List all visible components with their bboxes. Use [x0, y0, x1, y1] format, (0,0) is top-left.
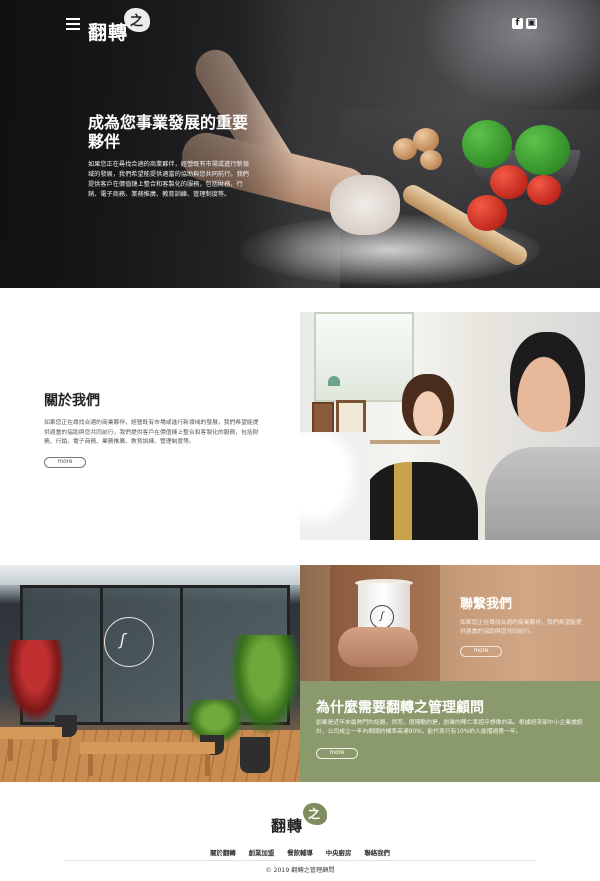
hero-tomato [527, 175, 561, 205]
photo-woman-body [358, 462, 478, 540]
hero-banner: 翻轉 之 f ▣ 成為您事業發展的重要夥伴 如果您正在尋找合適的商業夥伴，經營既… [0, 0, 600, 288]
contact-more-button[interactable]: more [460, 646, 502, 657]
footer-link-kitchen[interactable]: 中央廚房 [326, 848, 352, 857]
why-more-button[interactable]: more [316, 748, 358, 759]
about-title: 關於我們 [44, 393, 100, 409]
about-description: 如果您正在尋找合適的商業夥伴，經營既有市場或進行新領域的發展，我們希望能提供適當… [44, 420, 259, 445]
about-photo [300, 312, 600, 540]
copyright: © 2019 翻轉之管理顧問 [265, 867, 335, 874]
hero-tomato [467, 195, 507, 231]
footer-link-consulting[interactable]: 餐飲輔導 [287, 848, 313, 857]
photo-lamp [328, 376, 340, 386]
cafe-logo-sign-icon: ʃ [104, 617, 154, 667]
bench-leg [205, 754, 210, 776]
cafe-pot [240, 737, 270, 773]
cup-logo-icon: ʃ [370, 605, 394, 629]
hero-green-pepper [515, 125, 570, 175]
social-links: f ▣ [512, 18, 537, 29]
logo-text: 翻轉 [88, 22, 129, 44]
why-description: 創業是近年來最熱門的話題，然而，很殘酷的是，創業的陣亡率超乎想像的高。根據經濟部… [316, 720, 583, 735]
bench-leg [88, 754, 93, 776]
hero-text: 成為您事業發展的重要夥伴 如果您正在尋找合適的商業夥伴，經營既有市場或進行新領域… [88, 113, 253, 200]
why-title: 為什麼需要翻轉之管理顧問 [316, 700, 484, 716]
logo-badge-icon: 之 [124, 8, 150, 32]
photo-man-body [485, 447, 600, 540]
footer-nav: 關於翻轉 創業加盟 餐飲輔導 中央廚房 聯絡我們 [0, 848, 600, 857]
hamburger-menu-icon[interactable] [66, 18, 80, 30]
cafe-window-frame [100, 585, 103, 725]
hero-egg [413, 128, 439, 152]
line-icon[interactable]: ▣ [526, 18, 537, 29]
contact-hand [338, 627, 418, 667]
hero-green-pepper [462, 120, 512, 168]
footer-logo[interactable]: 翻轉 之 [271, 803, 331, 839]
bench-leg [8, 739, 13, 761]
cafe-storefront-photo: ʃ [0, 565, 300, 782]
photo-man-head [510, 332, 585, 432]
footer-link-contact[interactable]: 聯絡我們 [364, 848, 390, 857]
contact-title: 聯繫我們 [460, 597, 513, 612]
about-more-button[interactable]: more [44, 456, 86, 468]
hero-description: 如果您正在尋找合適的商業夥伴，經營既有市場或進行新領域的發展，我們希望能提供適當… [88, 161, 249, 198]
hero-tomato [490, 165, 528, 199]
footer-divider [64, 860, 536, 861]
footer-logo-badge-icon: 之 [303, 803, 327, 825]
facebook-icon[interactable]: f [512, 18, 523, 29]
photo-woman-head [402, 374, 454, 436]
photo-window [314, 312, 414, 402]
cafe-bench [80, 742, 215, 754]
cafe-window-frame [180, 585, 183, 725]
hero-dough-hand [330, 175, 400, 235]
contact-text: 聯繫我們 如果您正在尋找合適的商業夥伴，我們希望能提供適當的協助與您共同前行。 … [460, 593, 585, 657]
contact-description: 如果您正在尋找合適的商業夥伴，我們希望能提供適當的協助與您共同前行。 [460, 620, 582, 635]
cafe-bench [0, 727, 62, 739]
cafe-roof [0, 565, 300, 585]
photo-left-person [300, 432, 370, 540]
hero-title: 成為您事業發展的重要夥伴 [88, 113, 249, 151]
footer-link-about[interactable]: 關於翻轉 [210, 848, 236, 857]
footer-link-franchise[interactable]: 創業加盟 [249, 848, 275, 857]
top-bar: 翻轉 之 f ▣ [0, 0, 600, 50]
bench-leg [52, 739, 57, 761]
footer-logo-text: 翻轉 [271, 817, 304, 835]
cafe-red-plant [5, 640, 65, 725]
about-section: 關於我們 如果您正在尋找合適的商業夥伴，經營既有市場或進行新領域的發展，我們希望… [44, 390, 260, 468]
hero-egg [420, 150, 442, 170]
